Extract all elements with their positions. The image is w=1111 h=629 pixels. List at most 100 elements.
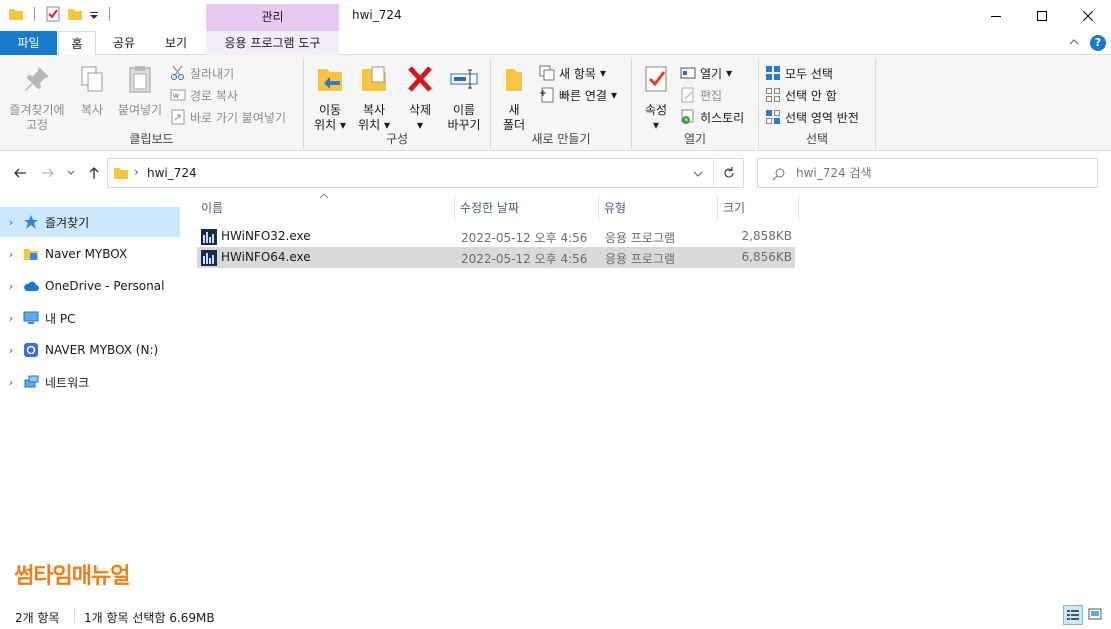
copy-to-button[interactable]: 복사 위치 ▾ <box>354 63 394 133</box>
move-to-button[interactable]: 이동 위치 ▾ <box>310 63 350 133</box>
tab-share[interactable]: 공유 <box>104 31 144 55</box>
tab-view[interactable]: 보기 <box>156 31 196 55</box>
collapse-ribbon-icon[interactable] <box>1068 36 1080 51</box>
properties-button[interactable]: 속성 ▾ <box>636 63 676 133</box>
cut-button[interactable]: 잘라내기 <box>170 63 234 83</box>
new-folder-label-1: 새 <box>508 103 520 117</box>
expand-chevron-icon[interactable]: › <box>0 280 22 293</box>
minimize-button[interactable] <box>973 0 1019 31</box>
pin-to-quick-access-button[interactable]: 즐겨찾기에 고정 <box>6 63 68 133</box>
address-bar[interactable]: › hwi_724 <box>107 158 744 188</box>
new-item-button[interactable]: 새 항목 ▾ <box>539 63 606 83</box>
expand-chevron-icon[interactable]: › <box>0 248 22 261</box>
nav-item-label: Naver MYBOX <box>45 247 128 261</box>
new-item-icon <box>539 65 555 81</box>
nav-item-label: OneDrive - Personal <box>45 279 165 293</box>
back-icon[interactable] <box>12 165 28 184</box>
tab-application-tools[interactable]: 응용 프로그램 도구 <box>206 31 339 55</box>
nav-item-naver-mybox[interactable]: › Naver MYBOX <box>0 239 180 269</box>
select-all-button[interactable]: 모두 선택 <box>765 63 833 83</box>
tab-file[interactable]: 파일 <box>0 31 57 55</box>
scissors-icon <box>171 65 184 80</box>
context-tab-header: 관리 <box>206 4 339 31</box>
maximize-icon <box>1037 10 1047 21</box>
column-header-name[interactable]: 이름 <box>196 195 454 221</box>
window-title: hwi_724 <box>352 8 402 22</box>
help-icon[interactable]: ? <box>1090 35 1106 51</box>
new-group: 새 폴더 새 항목 ▾ 빠른 연결 ▾ 새로 만들기 <box>491 59 632 149</box>
mybox-folder-icon <box>24 249 38 260</box>
organize-group: 이동 위치 ▾ 복사 위치 ▾ 삭제 ▾ 이름 바꾸기 구성 <box>304 59 491 149</box>
ribbon-tabs: 파일 홈 공유 보기 응용 프로그램 도구 ? <box>0 31 1111 56</box>
search-box[interactable] <box>757 158 1098 188</box>
edit-icon <box>681 87 694 103</box>
file-row-selected[interactable]: HWiNFO64.exe 2022-05-12 오후 4:56 응용 프로그램 … <box>197 247 795 268</box>
customize-qat-icon[interactable] <box>89 6 99 22</box>
open-button[interactable]: 열기 ▾ <box>680 63 732 83</box>
copy-to-icon <box>362 66 386 91</box>
edit-button[interactable]: 편집 <box>680 85 722 105</box>
expand-chevron-icon[interactable]: › <box>0 376 22 389</box>
recent-locations-icon[interactable] <box>66 167 76 181</box>
expand-chevron-icon[interactable]: › <box>0 312 22 325</box>
details-view-button[interactable] <box>1063 605 1083 625</box>
up-icon[interactable] <box>86 165 102 184</box>
new-folder-icon[interactable] <box>67 6 83 22</box>
nav-item-label: 네트워크 <box>45 375 90 390</box>
new-folder-button[interactable]: 새 폴더 <box>497 63 531 133</box>
nav-item-this-pc[interactable]: › 내 PC <box>0 303 180 333</box>
rename-button[interactable]: 이름 바꾸기 <box>442 63 486 133</box>
refresh-icon[interactable] <box>722 166 736 180</box>
properties-icon[interactable] <box>45 6 61 22</box>
move-to-icon <box>318 69 342 91</box>
large-icons-view-button[interactable] <box>1086 605 1106 625</box>
invert-selection-icon <box>766 110 780 124</box>
nav-item-network[interactable]: › 네트워크 <box>0 367 180 397</box>
delete-button[interactable]: 삭제 ▾ <box>400 63 440 133</box>
clipboard-group: 즐겨찾기에 고정 복사 붙여넣기 잘라내기 W 경로 복사 바로 가기 붙여넣기… <box>0 59 304 149</box>
computer-icon <box>23 311 39 324</box>
paste-shortcut-label: 바로 가기 붙여넣기 <box>190 110 286 125</box>
item-count: 2개 항목 <box>15 611 60 625</box>
column-header-type[interactable]: 유형 <box>599 195 717 221</box>
select-none-button[interactable]: 선택 안 함 <box>765 85 837 105</box>
select-all-label: 모두 선택 <box>785 66 833 81</box>
file-row[interactable]: HWiNFO32.exe 2022-05-12 오후 4:56 응용 프로그램 … <box>197 226 795 247</box>
copy-path-button[interactable]: W 경로 복사 <box>170 85 238 105</box>
column-header-size[interactable]: 크기 <box>718 195 798 221</box>
copy-button[interactable]: 복사 <box>72 63 112 118</box>
rename-label-1: 이름 <box>452 103 476 117</box>
invert-selection-button[interactable]: 선택 영역 반전 <box>765 107 859 127</box>
nav-item-quick-access[interactable]: › 즐겨찾기 <box>0 207 180 237</box>
mybox-drive-icon <box>24 343 38 357</box>
paste-button[interactable]: 붙여넣기 <box>114 63 166 118</box>
network-icon <box>24 375 39 388</box>
forward-icon[interactable] <box>40 165 56 184</box>
nav-item-onedrive[interactable]: › OneDrive - Personal <box>0 271 180 301</box>
easy-access-label: 빠른 연결 <box>559 88 607 103</box>
chevron-down-icon[interactable] <box>693 169 703 179</box>
file-name: HWiNFO32.exe <box>221 229 311 243</box>
close-icon <box>1083 10 1093 21</box>
breadcrumb-path[interactable]: hwi_724 <box>147 166 197 180</box>
large-icons-view-icon <box>1088 608 1102 620</box>
expand-chevron-icon[interactable]: › <box>0 216 22 229</box>
delete-x-icon <box>408 66 432 92</box>
star-icon <box>24 215 38 229</box>
tab-home[interactable]: 홈 <box>58 31 96 56</box>
new-group-label: 새로 만들기 <box>531 132 591 146</box>
invert-selection-label: 선택 영역 반전 <box>785 110 859 125</box>
column-header-date[interactable]: 수정한 날짜 <box>455 195 598 221</box>
paste-shortcut-button[interactable]: 바로 가기 붙여넣기 <box>170 107 286 127</box>
maximize-button[interactable] <box>1019 0 1065 31</box>
search-input[interactable] <box>796 164 1086 182</box>
select-none-label: 선택 안 함 <box>785 88 837 103</box>
history-button[interactable]: 히스토리 <box>680 107 744 127</box>
pin-icon <box>25 67 49 91</box>
close-button[interactable] <box>1065 0 1111 31</box>
nav-item-naver-mybox-drive[interactable]: › NAVER MYBOX (N:) <box>0 335 180 365</box>
easy-access-button[interactable]: 빠른 연결 ▾ <box>539 85 617 105</box>
expand-chevron-icon[interactable]: › <box>0 344 22 357</box>
watermark-logo: 썸타임매뉴얼 <box>14 564 130 589</box>
breadcrumb-chevron-icon[interactable]: › <box>134 165 139 179</box>
